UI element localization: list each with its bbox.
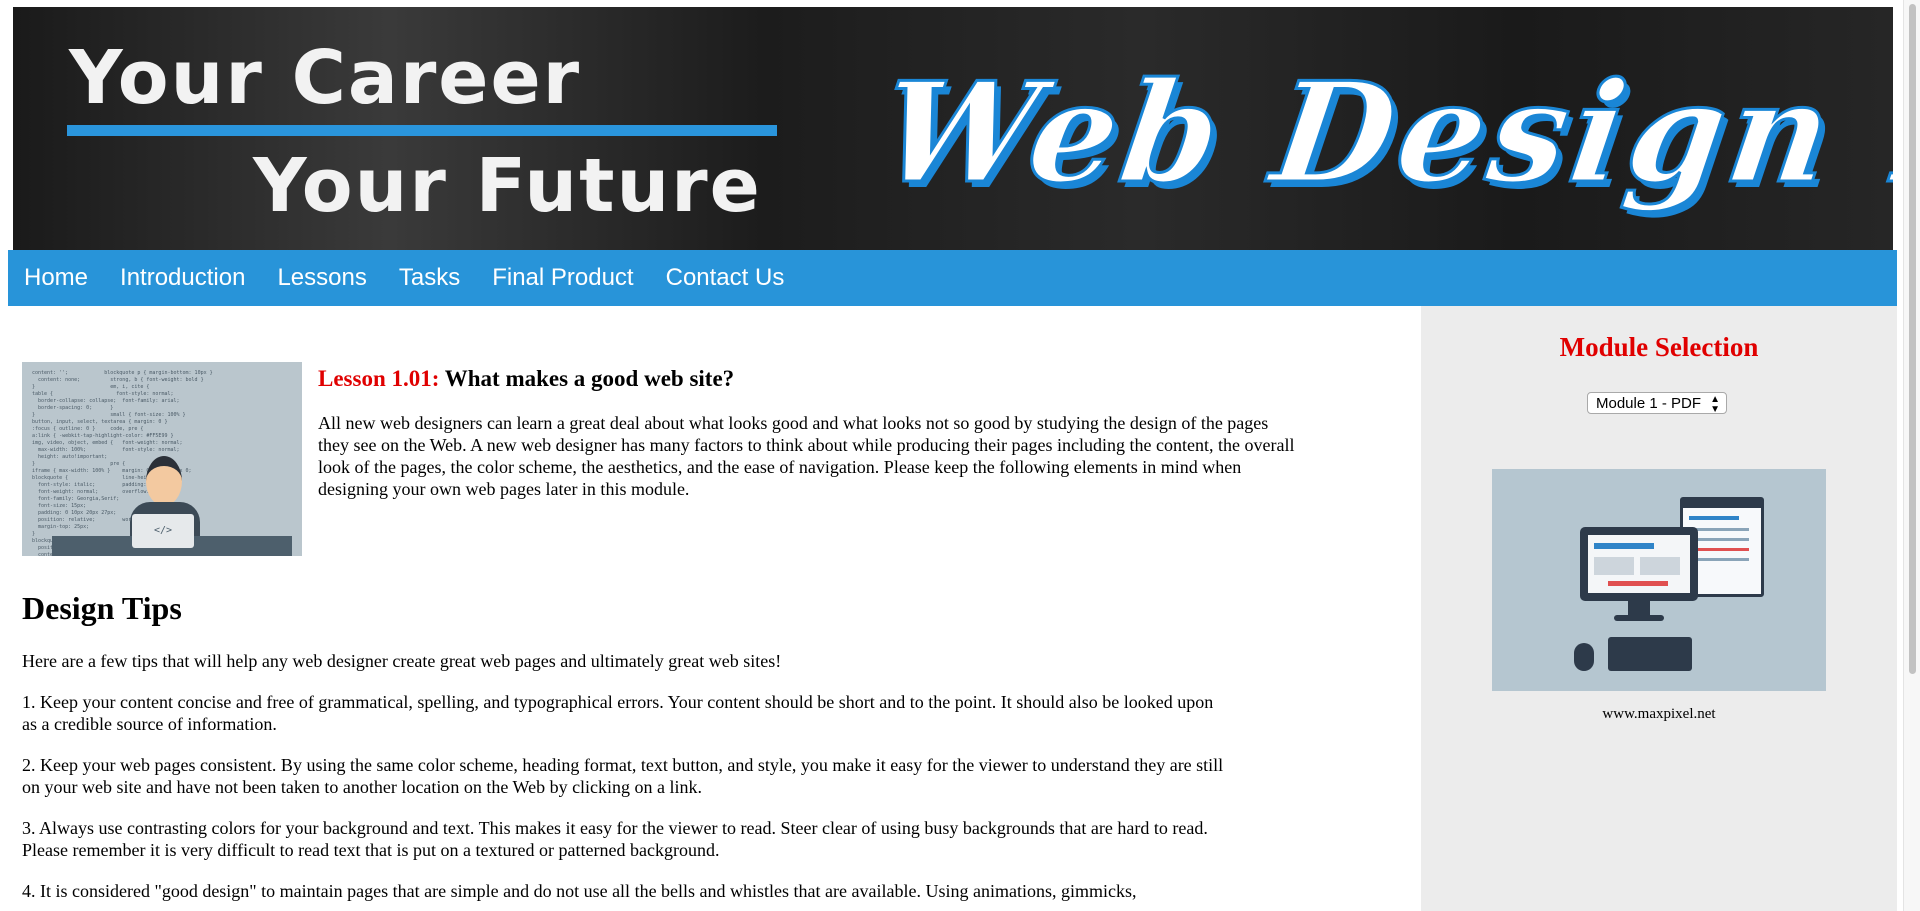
person-head xyxy=(146,456,182,506)
page-scrollbar[interactable] xyxy=(1903,0,1920,911)
lesson-heading: Lesson 1.01: What makes a good web site? xyxy=(318,366,734,392)
banner-line-1: Your Career xyxy=(69,35,582,121)
header-banner: Your Career Your Future Web Design 1 xyxy=(13,7,1893,250)
banner-title-logo: Web Design 1 xyxy=(870,50,1893,216)
design-tip-item: 3. Always use contrasting colors for you… xyxy=(22,818,1208,860)
sidebar: Module Selection Module 1 - PDF ▲ ▼ www.… xyxy=(1421,306,1897,911)
lesson-title: What makes a good web site? xyxy=(444,366,735,391)
module-selection-title: Module Selection xyxy=(1559,332,1759,362)
mouse-icon xyxy=(1574,643,1594,671)
lesson-intro-paragraph: All new web designers can learn a great … xyxy=(318,413,1295,499)
design-tip-item: 4. It is considered "good design" to mai… xyxy=(22,881,1137,901)
design-tip-item: 2. Keep your web pages consistent. By us… xyxy=(22,755,1224,797)
nav-item-contact-us[interactable]: Contact Us xyxy=(666,264,785,292)
monitor-stand xyxy=(1628,601,1650,615)
select-arrows-icon: ▲ ▼ xyxy=(1710,394,1720,415)
design-tip-item: 1. Keep your content concise and free of… xyxy=(22,692,1214,734)
banner-divider xyxy=(67,125,777,136)
monitor-icon xyxy=(1580,527,1698,601)
scrollbar-thumb[interactable] xyxy=(1909,4,1916,674)
main-content: content: ''; blockquote p { margin-botto… xyxy=(8,306,1421,911)
nav-item-final-product[interactable]: Final Product xyxy=(492,264,633,292)
nav-item-lessons[interactable]: Lessons xyxy=(277,264,366,292)
main-nav: Home Introduction Lessons Tasks Final Pr… xyxy=(8,250,1897,306)
laptop-icon: </> xyxy=(132,514,194,548)
design-tips-heading: Design Tips xyxy=(22,590,182,626)
lesson-number: Lesson 1.01: xyxy=(318,366,440,391)
design-tips-intro: Here are a few tips that will help any w… xyxy=(22,651,782,671)
page: Your Career Your Future Web Design 1 Hom… xyxy=(0,0,1920,911)
module-select-dropdown[interactable]: Module 1 - PDF ▲ ▼ xyxy=(1587,392,1727,415)
keyboard-icon xyxy=(1608,637,1692,671)
module-select-value: Module 1 - PDF xyxy=(1596,395,1702,412)
sidebar-illustration xyxy=(1492,469,1826,691)
banner-line-2: Your Future xyxy=(253,143,762,229)
monitor-base xyxy=(1614,615,1664,621)
nav-item-home[interactable]: Home xyxy=(24,264,88,292)
image-credit: www.maxpixel.net xyxy=(1602,706,1716,722)
lesson-illustration: content: ''; blockquote p { margin-botto… xyxy=(22,362,302,556)
nav-item-introduction[interactable]: Introduction xyxy=(120,264,245,292)
nav-item-tasks[interactable]: Tasks xyxy=(399,264,460,292)
